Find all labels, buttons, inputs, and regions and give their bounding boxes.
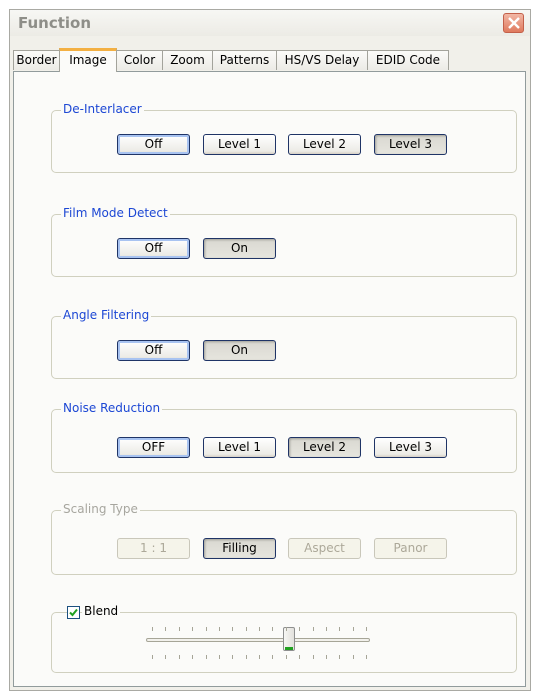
deinterlacer-label: De-Interlacer: [61, 102, 144, 116]
slider-tick: [178, 655, 180, 659]
slider-tick: [272, 655, 274, 659]
blend-checkbox[interactable]: [67, 606, 80, 619]
slider-tick: [272, 627, 274, 631]
slider-tick: [259, 627, 260, 631]
film-mode-off-button[interactable]: Off: [117, 238, 190, 259]
noise-reduction-level2-button[interactable]: Level 2: [288, 437, 361, 458]
slider-tick: [339, 655, 341, 659]
scaling-type-label: Scaling Type: [61, 502, 140, 516]
slider-tick: [352, 655, 354, 659]
scaling-panor-button[interactable]: Panor: [374, 538, 447, 559]
tab-border[interactable]: Border: [13, 50, 60, 70]
film-mode-label: Film Mode Detect: [61, 206, 170, 220]
slider-tick: [245, 655, 247, 659]
slider-tick: [192, 655, 194, 659]
blend-group: Blend: [51, 604, 517, 673]
slider-tick: [366, 655, 367, 659]
scaling-aspect-button[interactable]: Aspect: [288, 538, 361, 559]
slider-tick: [245, 627, 247, 631]
tab-hs-vs-delay[interactable]: HS/VS Delay: [276, 50, 368, 70]
slider-tick: [152, 655, 153, 659]
angle-filtering-off-button[interactable]: Off: [117, 340, 190, 361]
blend-slider-thumb[interactable]: [282, 627, 295, 651]
slider-tick: [232, 655, 234, 659]
film-mode-on-button[interactable]: On: [203, 238, 276, 259]
window-title: Function: [18, 14, 92, 32]
noise-reduction-off-button[interactable]: OFF: [117, 437, 190, 458]
noise-reduction-label: Noise Reduction: [61, 401, 163, 415]
slider-tick: [178, 627, 180, 631]
noise-reduction-level3-button[interactable]: Level 3: [374, 437, 447, 458]
deinterlacer-group: De-Interlacer Off Level 1 Level 2 Level …: [51, 102, 517, 173]
slider-tick: [299, 655, 301, 659]
blend-slider-track[interactable]: [146, 638, 370, 642]
title-bar: Function: [10, 10, 530, 36]
slider-tick: [165, 627, 167, 631]
scaling-type-group: Scaling Type 1 : 1 Filling Aspect Panor: [51, 502, 517, 575]
tab-edid-code[interactable]: EDID Code: [367, 50, 449, 70]
deinterlacer-level2-button[interactable]: Level 2: [288, 134, 361, 155]
close-button[interactable]: [503, 13, 524, 33]
slider-tick: [218, 627, 220, 631]
slider-tick: [192, 627, 194, 631]
slider-tick: [285, 655, 287, 659]
slider-tick: [325, 627, 327, 631]
close-icon: [508, 17, 520, 29]
noise-reduction-group: Noise Reduction OFF Level 1 Level 2 Leve…: [51, 401, 517, 473]
film-mode-group: Film Mode Detect Off On: [51, 206, 517, 277]
slider-tick: [312, 627, 314, 631]
slider-tick: [232, 627, 234, 631]
slider-tick: [259, 655, 260, 659]
function-window: Function Border Image Color Zoom Pattern…: [9, 9, 531, 691]
slider-tick: [299, 627, 301, 631]
slider-tick: [152, 627, 153, 631]
tab-color[interactable]: Color: [116, 50, 163, 70]
tab-zoom[interactable]: Zoom: [162, 50, 213, 70]
slider-tick: [312, 655, 314, 659]
checkmark-icon: [69, 608, 78, 617]
blend-label: Blend: [82, 604, 121, 618]
deinterlacer-level1-button[interactable]: Level 1: [203, 134, 276, 155]
slider-tick: [325, 655, 327, 659]
slider-tick: [218, 655, 220, 659]
deinterlacer-level3-button[interactable]: Level 3: [374, 134, 447, 155]
slider-tick: [205, 655, 207, 659]
angle-filtering-on-button[interactable]: On: [203, 340, 276, 361]
slider-tick: [352, 627, 354, 631]
slider-tick: [205, 627, 207, 631]
slider-tick: [285, 627, 287, 631]
slider-tick: [165, 655, 167, 659]
tab-image[interactable]: Image: [59, 48, 117, 72]
image-tab-pane: De-Interlacer Off Level 1 Level 2 Level …: [13, 71, 526, 687]
slider-tick: [339, 627, 341, 631]
deinterlacer-off-button[interactable]: Off: [117, 134, 190, 155]
angle-filtering-label: Angle Filtering: [61, 308, 152, 322]
scaling-filling-button[interactable]: Filling: [203, 538, 276, 559]
tab-patterns[interactable]: Patterns: [212, 50, 277, 70]
noise-reduction-level1-button[interactable]: Level 1: [203, 437, 276, 458]
scaling-1to1-button[interactable]: 1 : 1: [117, 538, 190, 559]
slider-tick: [366, 627, 367, 631]
angle-filtering-group: Angle Filtering Off On: [51, 308, 517, 379]
